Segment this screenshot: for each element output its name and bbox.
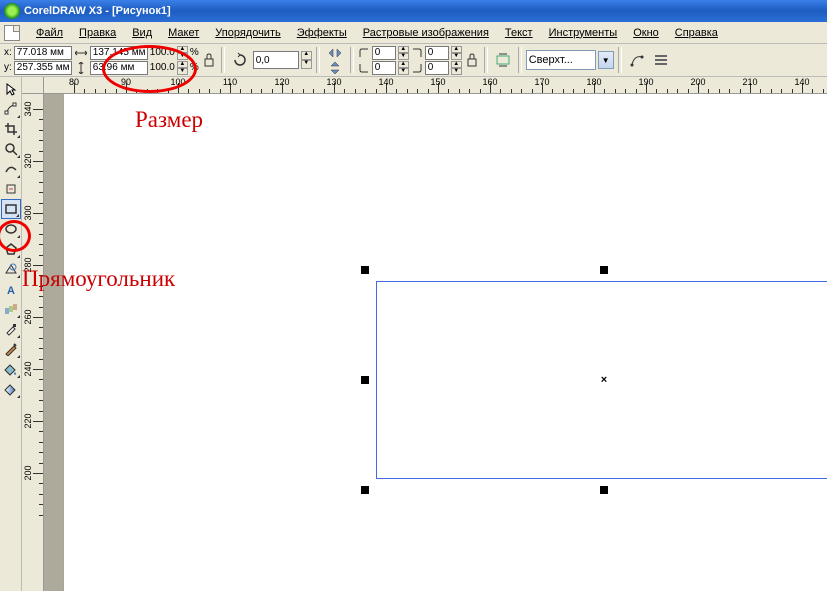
eyedropper-tool[interactable] bbox=[1, 319, 21, 339]
corner-tr-input[interactable] bbox=[425, 46, 449, 60]
to-curves-button[interactable] bbox=[626, 49, 648, 71]
text-tool[interactable]: A bbox=[1, 279, 21, 299]
corner-br-spinner[interactable]: ▲▼ bbox=[451, 61, 462, 75]
menu-view[interactable]: Вид bbox=[124, 25, 160, 41]
rotation-spinner[interactable]: ▲▼ bbox=[301, 51, 312, 69]
menu-tools[interactable]: Инструменты bbox=[541, 25, 626, 41]
pct-label-2: % bbox=[190, 62, 199, 73]
property-bar: x: y: 100.0 ▲▼ % 100.0 ▲▼ % bbox=[0, 44, 827, 77]
height-icon bbox=[74, 61, 88, 75]
size-group bbox=[74, 46, 148, 75]
fill-tool[interactable] bbox=[1, 359, 21, 379]
options-button[interactable] bbox=[650, 49, 672, 71]
rectangle-tool[interactable] bbox=[1, 199, 21, 219]
svg-text:A: A bbox=[7, 285, 15, 296]
horizontal-ruler[interactable]: 8090100110120130140150160170180190200210… bbox=[44, 77, 827, 94]
app-icon bbox=[4, 3, 20, 19]
corner-br-icon bbox=[411, 62, 423, 74]
width-icon bbox=[74, 46, 88, 60]
menu-arrange[interactable]: Упорядочить bbox=[207, 25, 288, 41]
smart-drawing-tool[interactable] bbox=[1, 179, 21, 199]
polygon-tool[interactable] bbox=[1, 239, 21, 259]
corner-tr-icon bbox=[411, 47, 423, 59]
ellipse-tool[interactable] bbox=[1, 219, 21, 239]
handle-middle-left[interactable] bbox=[361, 376, 369, 384]
toolbox: A bbox=[0, 77, 22, 591]
width-input[interactable] bbox=[90, 46, 148, 60]
menu-window[interactable]: Окно bbox=[625, 25, 667, 41]
handle-bottom-middle[interactable] bbox=[600, 486, 608, 494]
menu-layout[interactable]: Макет bbox=[160, 25, 207, 41]
pct-label-1: % bbox=[190, 47, 199, 58]
menu-file[interactable]: Файл bbox=[28, 25, 71, 41]
scale-x-value[interactable]: 100.0 bbox=[150, 47, 175, 58]
scale-y-spinner[interactable]: ▲▼ bbox=[177, 61, 188, 75]
window-title: CorelDRAW X3 - [Рисунок1] bbox=[24, 5, 823, 17]
menu-text[interactable]: Текст bbox=[497, 25, 541, 41]
position-group: x: y: bbox=[4, 46, 72, 75]
handle-bottom-left[interactable] bbox=[361, 486, 369, 494]
scale-group: 100.0 ▲▼ % 100.0 ▲▼ % bbox=[150, 46, 199, 75]
handle-top-left[interactable] bbox=[361, 266, 369, 274]
rotate-button[interactable] bbox=[229, 49, 251, 71]
basic-shapes-tool[interactable] bbox=[1, 259, 21, 279]
pick-tool[interactable] bbox=[1, 79, 21, 99]
y-position-input[interactable] bbox=[14, 61, 72, 75]
wrap-text-button[interactable] bbox=[492, 49, 514, 71]
interactive-fill-tool[interactable] bbox=[1, 379, 21, 399]
snap-combo[interactable]: Сверхт... bbox=[526, 50, 596, 70]
canvas[interactable]: × bbox=[44, 94, 827, 591]
x-position-input[interactable] bbox=[14, 46, 72, 60]
outline-tool[interactable] bbox=[1, 339, 21, 359]
corner-br-input[interactable] bbox=[425, 61, 449, 75]
corner-bl-input[interactable] bbox=[372, 61, 396, 75]
corner-group-2: ▲▼ ▲▼ bbox=[411, 46, 462, 75]
ruler-origin[interactable] bbox=[22, 77, 44, 94]
menu-effects[interactable]: Эффекты bbox=[289, 25, 355, 41]
corner-tr-spinner[interactable]: ▲▼ bbox=[451, 46, 462, 60]
rectangle-object[interactable] bbox=[376, 281, 827, 479]
mirror-h-button[interactable] bbox=[324, 46, 346, 60]
corner-tl-icon bbox=[358, 47, 370, 59]
menu-edit[interactable]: Правка bbox=[71, 25, 124, 41]
scale-x-spinner[interactable]: ▲▼ bbox=[177, 46, 188, 60]
height-input[interactable] bbox=[90, 61, 148, 75]
snap-combo-value: Сверхт... bbox=[529, 54, 573, 66]
x-label: x: bbox=[4, 47, 12, 58]
vertical-ruler[interactable]: 340320300280260240220200 bbox=[22, 94, 44, 591]
scale-y-value[interactable]: 100.0 bbox=[150, 62, 175, 73]
crop-tool[interactable] bbox=[1, 119, 21, 139]
interactive-blend-tool[interactable] bbox=[1, 299, 21, 319]
lock-ratio-button[interactable] bbox=[201, 46, 217, 74]
freehand-tool[interactable] bbox=[1, 159, 21, 179]
document-icon[interactable] bbox=[4, 25, 20, 41]
corner-bl-icon bbox=[358, 62, 370, 74]
shape-tool[interactable] bbox=[1, 99, 21, 119]
menu-bitmaps[interactable]: Растровые изображения bbox=[355, 25, 497, 41]
mirror-v-button[interactable] bbox=[324, 61, 346, 75]
corner-tl-input[interactable] bbox=[372, 46, 396, 60]
rotation-input[interactable] bbox=[253, 51, 299, 69]
zoom-tool[interactable] bbox=[1, 139, 21, 159]
y-label: y: bbox=[4, 62, 12, 73]
corner-group-1: ▲▼ ▲▼ bbox=[358, 46, 409, 75]
menu-help[interactable]: Справка bbox=[667, 25, 726, 41]
lock-corners-button[interactable] bbox=[464, 46, 480, 74]
menu-bar: Файл Правка Вид Макет Упорядочить Эффект… bbox=[0, 22, 827, 44]
corner-bl-spinner[interactable]: ▲▼ bbox=[398, 61, 409, 75]
snap-combo-dropdown[interactable]: ▼ bbox=[598, 51, 614, 69]
handle-top-middle[interactable] bbox=[600, 266, 608, 274]
window-titlebar: CorelDRAW X3 - [Рисунок1] bbox=[0, 0, 827, 22]
corner-tl-spinner[interactable]: ▲▼ bbox=[398, 46, 409, 60]
